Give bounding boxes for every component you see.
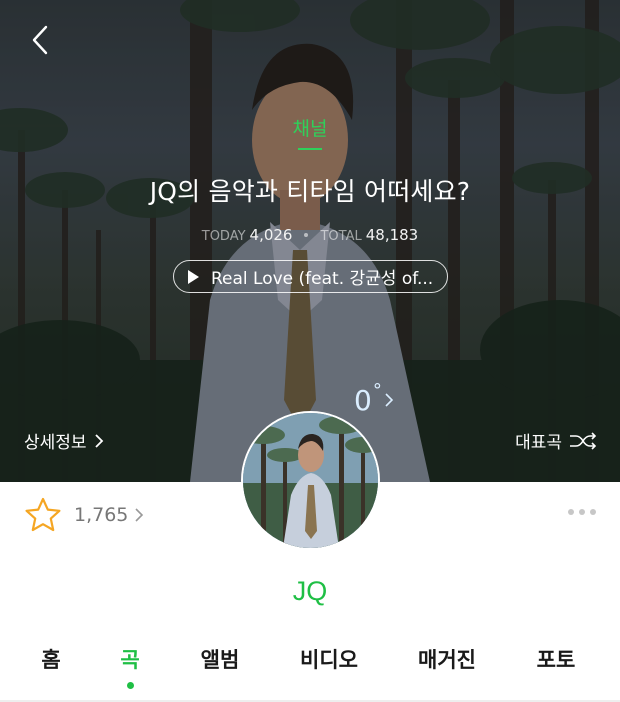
now-playing-button[interactable]: Real Love (feat. 강균성 of... <box>173 260 448 293</box>
total-count: 48,183 <box>365 226 419 244</box>
tab-home[interactable]: 홈 <box>41 644 60 674</box>
more-dot-icon <box>590 509 596 515</box>
more-options-button[interactable] <box>568 509 596 515</box>
tab-songs[interactable]: 곡 <box>120 644 139 674</box>
fan-count-button[interactable]: 1,765 <box>24 497 144 533</box>
fan-count: 1,765 <box>74 504 129 526</box>
tab-albums[interactable]: 앨범 <box>201 644 240 674</box>
tab-photos[interactable]: 포토 <box>537 644 576 674</box>
stats-separator-dot <box>304 233 309 237</box>
artist-avatar[interactable] <box>241 411 380 550</box>
more-dot-icon <box>568 509 574 515</box>
now-playing-title: Real Love (feat. 강균성 of... <box>211 269 434 289</box>
tab-magazine[interactable]: 매거진 <box>418 644 476 674</box>
top-song-label: 대표곡 <box>515 433 562 453</box>
channel-title: JQ의 음악과 티타임 어떠세요? <box>149 177 471 206</box>
visitor-stats: TODAY 4,026 TOTAL 48,183 <box>0 226 620 244</box>
weather-indicator[interactable]: 0 ° <box>354 380 394 417</box>
channel-hero-banner: 채널 JQ의 음악과 티타임 어떠세요? TODAY 4,026 TOTAL 4… <box>0 0 620 482</box>
top-song-shuffle-button[interactable]: 대표곡 <box>515 428 598 453</box>
total-label: TOTAL <box>320 229 362 244</box>
artist-name: JQ <box>292 576 328 606</box>
chevron-right-icon <box>385 393 393 407</box>
temperature-value: 0 <box>354 384 372 417</box>
temperature-unit: ° <box>372 380 382 401</box>
chevron-right-icon <box>94 433 103 448</box>
chevron-left-icon <box>32 25 48 55</box>
section-label-underline <box>298 148 322 150</box>
artist-tab-bar: 홈 곡 앨범 비디오 매거진 포토 <box>0 644 620 696</box>
artist-photo <box>243 413 378 548</box>
active-tab-indicator <box>127 682 134 689</box>
chevron-right-icon <box>135 508 144 522</box>
back-button[interactable] <box>22 20 58 60</box>
play-icon <box>188 269 199 284</box>
star-icon <box>25 497 61 532</box>
tab-videos[interactable]: 비디오 <box>300 644 358 674</box>
today-count: 4,026 <box>249 226 293 244</box>
more-dot-icon <box>579 509 585 515</box>
shuffle-icon <box>570 431 597 450</box>
today-label: TODAY <box>201 229 246 244</box>
detail-info-link[interactable]: 상세정보 <box>24 428 105 453</box>
detail-info-label: 상세정보 <box>24 433 87 453</box>
section-label: 채널 <box>292 118 328 140</box>
